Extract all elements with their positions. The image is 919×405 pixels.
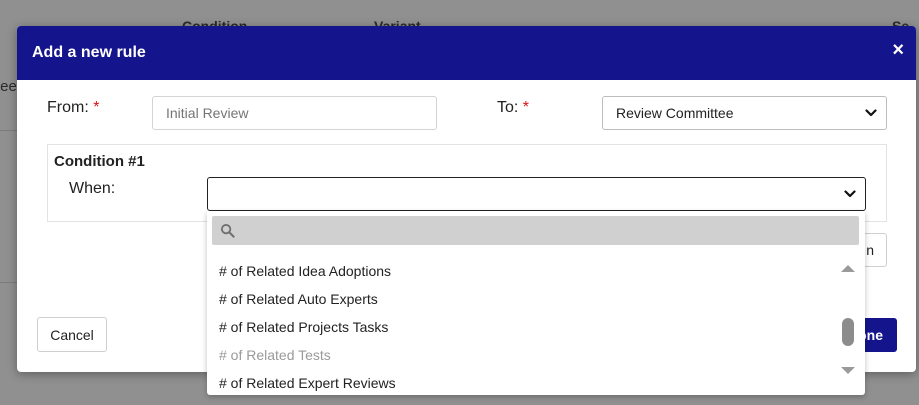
- from-label: From: *: [47, 99, 99, 117]
- dropdown-option[interactable]: # of Related Projects Tasks: [207, 313, 837, 341]
- modal-title: Add a new rule: [32, 44, 146, 61]
- modal-header: Add a new rule ×: [17, 26, 916, 80]
- dropdown-option[interactable]: # of Related Idea Adoptions: [207, 257, 837, 285]
- to-select[interactable]: Review Committee: [602, 96, 887, 130]
- required-marker: *: [522, 99, 530, 116]
- when-select[interactable]: [207, 177, 866, 211]
- dropdown-option-list: # of Related Idea Adoptions # of Related…: [207, 257, 837, 397]
- to-label: To: *: [497, 99, 529, 117]
- condition-title: Condition #1: [54, 153, 145, 170]
- chevron-down-icon: [844, 190, 856, 198]
- background-table-header: Condition Variant Se: [0, 0, 919, 34]
- background-row-text: tee: [0, 78, 17, 95]
- from-input[interactable]: [152, 96, 437, 130]
- to-select-value: Review Committee: [616, 105, 734, 121]
- to-label-text: To:: [497, 99, 519, 116]
- chevron-down-icon: [865, 109, 877, 117]
- dropdown-option[interactable]: # of Related Expert Reviews: [207, 369, 837, 397]
- dropdown-scrollbar-thumb[interactable]: [842, 318, 854, 346]
- cancel-button[interactable]: Cancel: [37, 317, 107, 352]
- from-label-text: From:: [47, 99, 89, 116]
- close-icon[interactable]: ×: [892, 40, 904, 60]
- required-marker: *: [93, 99, 100, 116]
- scroll-up-arrow-icon[interactable]: [840, 263, 856, 273]
- when-label: When:: [69, 180, 116, 197]
- dropdown-option[interactable]: # of Related Auto Experts: [207, 285, 837, 313]
- dropdown-option-disabled: # of Related Tests: [219, 347, 331, 363]
- scroll-down-arrow-icon[interactable]: [840, 366, 856, 376]
- search-icon: [220, 223, 235, 238]
- dropdown-search-input[interactable]: [212, 216, 859, 245]
- when-dropdown-menu: # of Related Idea Adoptions # of Related…: [207, 211, 865, 395]
